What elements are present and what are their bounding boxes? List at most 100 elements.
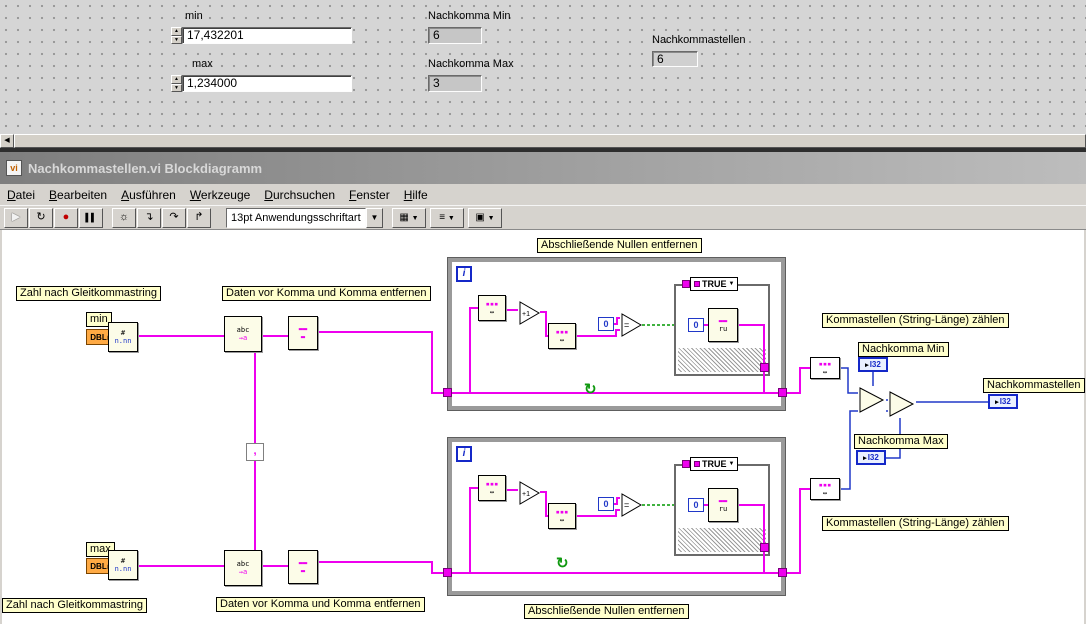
loop-condition-icon-bottom[interactable]: ↻ xyxy=(556,556,569,571)
align-objects-dropdown[interactable]: ▦ ▼ xyxy=(392,208,426,228)
label-nachkomma-min[interactable]: Nachkomma Min xyxy=(858,342,949,357)
dots-glyph: ▪▪▪ xyxy=(555,508,569,516)
spinner-up-icon[interactable]: ▲ xyxy=(171,75,182,84)
equal-comparison-icon-bottom[interactable]: = xyxy=(620,492,644,518)
step-into-button[interactable]: ↴ xyxy=(137,208,161,228)
zero-constant-bottom[interactable]: 0 xyxy=(598,497,614,511)
equals-glyph: = xyxy=(624,320,629,330)
reorder-dropdown[interactable]: ▣ ▼ xyxy=(468,208,502,228)
increment-icon-bottom[interactable]: +1 xyxy=(518,480,542,506)
label-kommastellen-top[interactable]: Kommastellen (String-Länge) zählen xyxy=(822,313,1009,328)
label-zahl-nach-gleitkommastring-bottom[interactable]: Zahl nach Gleitkommastring xyxy=(2,598,147,613)
max-comparison-icon-2[interactable] xyxy=(888,390,916,418)
split-string-icon-bottom[interactable]: abc →a xyxy=(224,550,262,586)
dots-glyph: ▪▪▪ xyxy=(485,300,499,308)
len-glyph: ↔ xyxy=(822,368,828,376)
loop-iteration-terminal-top[interactable]: i xyxy=(456,266,472,282)
string-concat-icon-bottom[interactable]: ▬▬ ▬ xyxy=(288,550,318,584)
min-spinner[interactable]: ▲ ▼ xyxy=(171,27,182,44)
highlight-execution-button[interactable]: ☼ xyxy=(112,208,136,228)
menu-ausfuehren[interactable]: Ausführen xyxy=(114,185,183,205)
dots-glyph: ▪▪▪ xyxy=(818,481,832,489)
loop-tunnel-right-bottom xyxy=(778,568,787,577)
menu-werkzeuge[interactable]: Werkzeuge xyxy=(183,185,257,205)
label-zahl-nach-gleitkommastring-top[interactable]: Zahl nach Gleitkommastring xyxy=(16,286,161,301)
nachkomma-min-indicator-label[interactable]: Nachkomma Min xyxy=(428,10,511,22)
menu-fenster[interactable]: Fenster xyxy=(342,185,397,205)
vi-icon: vi xyxy=(6,160,22,176)
string-subset-icon-bottom[interactable]: ▪▪▪ ↔ xyxy=(478,475,506,501)
label-abschliessende-nullen-bottom[interactable]: Abschließende Nullen entfernen xyxy=(524,604,689,619)
case-selector-value: TRUE xyxy=(702,279,727,289)
spinner-down-icon[interactable]: ▼ xyxy=(171,83,182,92)
font-dropdown-icon[interactable]: ▼ xyxy=(366,208,383,228)
loop-iteration-terminal-bottom[interactable]: i xyxy=(456,446,472,462)
max-control-label[interactable]: max xyxy=(192,58,213,70)
string-subset2-icon-bottom[interactable]: ▪▪▪ ↔ xyxy=(548,503,576,529)
spinner-down-icon[interactable]: ▼ xyxy=(171,35,182,44)
toolbar: ▶ ↻ ● ▌▌ ☼ ↴ ↷ ↱ 13pt Anwendungsschrifta… xyxy=(0,206,1086,230)
replace-substring-icon-top[interactable]: ▬▬ ru xyxy=(708,308,738,342)
label-daten-vor-komma-bottom[interactable]: Daten vor Komma und Komma entfernen xyxy=(216,597,425,612)
string-subset-icon-top[interactable]: ▪▪▪ ↔ xyxy=(478,295,506,321)
abort-button[interactable]: ● xyxy=(54,208,78,228)
number-to-string-icon-bottom[interactable]: # n.nn xyxy=(108,550,138,580)
case-selector-value: TRUE xyxy=(702,459,727,469)
run-button[interactable]: ▶ xyxy=(4,208,28,228)
pause-button[interactable]: ▌▌ xyxy=(79,208,103,228)
menu-bearbeiten[interactable]: Bearbeiten xyxy=(42,185,114,205)
max-comparison-icon-1[interactable] xyxy=(858,386,886,414)
string-length-icon-top[interactable]: ▪▪▪ ↔ xyxy=(810,357,840,379)
reorder-icon: ▣ xyxy=(475,212,485,223)
menubar: Datei Bearbeiten Ausführen Werkzeuge Dur… xyxy=(0,184,1086,206)
terminal-nachkomma-min-i32[interactable]: ▸ I32 xyxy=(858,357,888,372)
label-daten-vor-komma-top[interactable]: Daten vor Komma und Komma entfernen xyxy=(222,286,431,301)
indicator-nachkommastellen-i32[interactable]: ▸ I32 xyxy=(988,394,1018,409)
step-out-button[interactable]: ↱ xyxy=(187,208,211,228)
string-length-icon-bottom[interactable]: ▪▪▪ ↔ xyxy=(810,478,840,500)
nachkommastellen-indicator-label[interactable]: Nachkommastellen xyxy=(652,34,746,46)
nachkomma-max-indicator-label[interactable]: Nachkomma Max xyxy=(428,58,514,70)
len-glyph: ↔ xyxy=(489,308,495,316)
zero-constant-top[interactable]: 0 xyxy=(598,317,614,331)
scroll-left-icon[interactable]: ◀ xyxy=(0,134,14,148)
scrollbar-thumb[interactable] xyxy=(14,134,1086,148)
case-selector-top[interactable]: TRUE ▼ xyxy=(690,277,739,291)
i32-text: I32 xyxy=(869,360,881,369)
label-nachkommastellen[interactable]: Nachkommastellen xyxy=(983,378,1085,393)
format-glyph: n.nn xyxy=(114,565,132,573)
menu-datei[interactable]: Datei xyxy=(0,185,42,205)
string-concat-icon-top[interactable]: ▬▬ ▬ xyxy=(288,316,318,350)
menu-durchsuchen[interactable]: Durchsuchen xyxy=(257,185,342,205)
bar-glyph: ▬ xyxy=(300,567,306,575)
min-control-label[interactable]: min xyxy=(185,10,203,22)
menu-hilfe[interactable]: Hilfe xyxy=(397,185,435,205)
spinner-up-icon[interactable]: ▲ xyxy=(171,27,182,36)
label-kommastellen-bottom[interactable]: Kommastellen (String-Länge) zählen xyxy=(822,516,1009,531)
ru-glyph: ru xyxy=(718,325,728,333)
terminal-nachkomma-max-i32[interactable]: ▸ I32 xyxy=(856,450,886,465)
number-to-string-icon[interactable]: # n.nn xyxy=(108,322,138,352)
titlebar[interactable]: vi Nachkommastellen.vi Blockdiagramm xyxy=(0,152,1086,184)
font-selector[interactable]: 13pt Anwendungsschriftart xyxy=(226,208,366,228)
label-abschliessende-nullen-top[interactable]: Abschließende Nullen entfernen xyxy=(537,238,702,253)
max-numeric-control[interactable]: 1,234000 xyxy=(182,75,352,92)
string-subset2-icon-top[interactable]: ▪▪▪ ↔ xyxy=(548,323,576,349)
increment-icon-top[interactable]: +1 xyxy=(518,300,542,326)
zero-constant-case-top[interactable]: 0 xyxy=(688,318,704,332)
step-over-button[interactable]: ↷ xyxy=(162,208,186,228)
min-numeric-control[interactable]: 17,432201 xyxy=(182,27,352,44)
window-title: Nachkommastellen.vi Blockdiagramm xyxy=(28,160,263,176)
comma-string-constant[interactable]: , xyxy=(246,443,264,461)
loop-condition-icon-top[interactable]: ↻ xyxy=(584,382,597,397)
max-spinner[interactable]: ▲ ▼ xyxy=(171,75,182,92)
equal-comparison-icon-top[interactable]: = xyxy=(620,312,644,338)
distribute-objects-dropdown[interactable]: ≡ ▼ xyxy=(430,208,464,228)
split-string-icon-top[interactable]: abc →a xyxy=(224,316,262,352)
run-continuous-button[interactable]: ↻ xyxy=(29,208,53,228)
replace-substring-icon-bottom[interactable]: ▬▬ ru xyxy=(708,488,738,522)
label-nachkomma-max[interactable]: Nachkomma Max xyxy=(854,434,948,449)
zero-constant-case-bottom[interactable]: 0 xyxy=(688,498,704,512)
horizontal-scrollbar[interactable]: ◀ xyxy=(0,134,1086,148)
case-selector-bottom[interactable]: TRUE ▼ xyxy=(690,457,739,471)
